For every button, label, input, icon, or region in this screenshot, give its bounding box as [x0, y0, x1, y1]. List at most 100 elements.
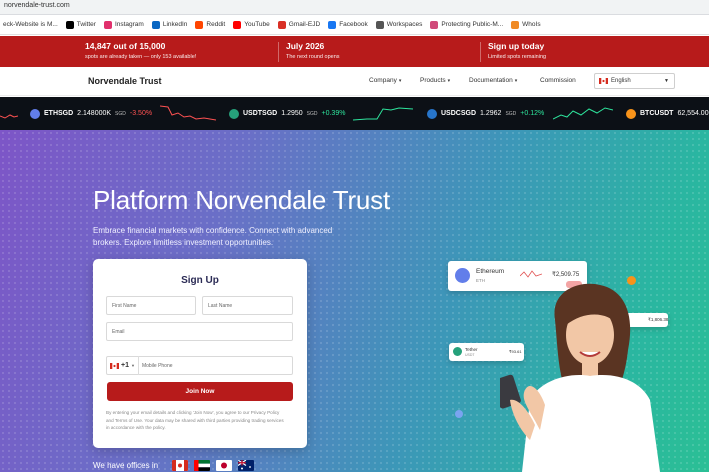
gmail-icon [277, 20, 286, 29]
signup-form: Sign Up First Name Last Name Email +1 ▼ … [93, 259, 307, 448]
canada-flag-icon [172, 460, 189, 471]
first-name-field[interactable]: First Name [106, 296, 196, 315]
uae-flag-icon [194, 460, 211, 471]
brand-logo[interactable]: Norvendale Trust [88, 76, 162, 86]
ticker-item[interactable]: USDCSGD 1.2962 SGD +0.12% [427, 97, 544, 130]
card-coin-name: Ethereum [476, 268, 505, 275]
hero-title: Platform Norvendale Trust [93, 185, 391, 215]
main-nav: Norvendale Trust Company ▾ Products ▾ Docu… [0, 67, 709, 96]
email-placeholder: Email [112, 328, 125, 335]
bookmarks-bar: eck-Website is M... Twitter Instagram Linke… [0, 15, 709, 35]
ticker-item[interactable]: ETHSGD 2.148000K SGD -3.50% [30, 97, 152, 130]
ticker-price: 62,554.00 [677, 110, 709, 117]
bookmark-icon [430, 20, 439, 29]
bookmark-item[interactable]: Protecting Public-M... [430, 20, 504, 29]
japan-flag-icon [216, 460, 233, 471]
ticker-price: 2.148000K [77, 110, 112, 117]
nav-documentation-label: Documentation [469, 77, 513, 84]
sparkline [553, 107, 613, 120]
bookmark-item[interactable]: LinkedIn [151, 20, 188, 29]
ticker-item[interactable]: USDTSGD 1.2950 SGD +0.39% [229, 97, 345, 130]
promo-spots-sub: spots are already taken — only 153 avail… [85, 54, 197, 60]
offices-label: We have offices in [93, 461, 159, 470]
last-name-placeholder: Last Name [208, 302, 233, 309]
bookmark-item[interactable]: Gmail-EJD [277, 20, 320, 29]
chevron-down-icon: ▾ [447, 78, 451, 84]
nav-company[interactable]: Company ▾ [369, 77, 401, 84]
bookmark-label: Twitter [76, 21, 96, 28]
canada-flag-icon [599, 78, 608, 84]
last-name-field[interactable]: Last Name [202, 296, 293, 315]
bookmark-item[interactable]: Reddit [195, 20, 225, 29]
promo-signup: Sign up today Limited spots remaining [488, 41, 546, 60]
sparkline [353, 107, 413, 121]
ticker-unit: SGD [306, 110, 318, 117]
sparkline [520, 270, 542, 278]
sparkline [160, 105, 216, 121]
usdc-icon [427, 108, 437, 119]
signup-title: Sign Up [181, 275, 219, 286]
offices-row: We have offices in [93, 460, 255, 471]
bookmark-item[interactable]: Workspaces [375, 20, 423, 29]
promo-spots: 14,847 out of 15,000 spots are already t… [85, 41, 196, 60]
phone-placeholder: Mobile Phone [141, 362, 173, 369]
ticker-change: +0.39% [321, 110, 346, 117]
browser-url-bar[interactable]: norvendale-trust.com [0, 0, 709, 15]
canada-flag-icon [110, 362, 119, 369]
promo-bar: 14,847 out of 15,000 spots are already t… [0, 36, 709, 67]
bookmark-label: Facebook [339, 21, 368, 28]
bookmark-item[interactable]: Twitter [65, 20, 96, 29]
promo-round-sub: The next round opens [286, 54, 340, 60]
ethereum-icon [455, 268, 470, 283]
phone-divider [137, 356, 139, 375]
card-price: ₹2,509.75 [552, 272, 580, 278]
instagram-icon [103, 20, 112, 29]
ticker-symbol: ETHSGD [44, 110, 74, 117]
bookmark-item[interactable]: Facebook [328, 20, 368, 29]
bookmark-item[interactable]: Instagram [103, 20, 144, 29]
ticker-item[interactable]: BTCUSDT 62,554.00 [626, 97, 709, 130]
language-label: English [611, 78, 631, 84]
language-select[interactable]: English ▼ [594, 73, 675, 89]
bookmark-label: Workspaces [386, 21, 423, 28]
nav-products[interactable]: Products ▾ [420, 77, 450, 84]
australia-flag-icon [238, 460, 255, 471]
coin-icon [455, 410, 463, 418]
phone-field[interactable]: +1 ▼ Mobile Phone [106, 356, 293, 375]
bitcoin-icon [626, 108, 636, 119]
nav-commission[interactable]: Commission [540, 77, 576, 84]
x-icon [65, 20, 74, 29]
hero-lead: Embrace financial markets with confidenc… [93, 226, 333, 247]
bookmark-label: LinkedIn [162, 21, 188, 28]
ticker-unit: SGD [505, 110, 517, 117]
ticker-unit: SGD [115, 110, 126, 117]
workspaces-icon [375, 20, 384, 29]
promo-round: July 2026 The next round opens [286, 41, 340, 60]
promo-divider [278, 42, 279, 62]
promo-divider [480, 42, 481, 62]
bookmark-label: Protecting Public-M... [441, 21, 504, 28]
chevron-down-icon: ▼ [664, 78, 669, 84]
bookmark-item[interactable]: WhoIs [511, 20, 541, 29]
phone-code[interactable]: +1 [121, 362, 129, 369]
nav-documentation[interactable]: Documentation ▾ [469, 77, 517, 84]
legal-text: By entering your email details and click… [106, 410, 284, 430]
chevron-down-icon: ▾ [398, 78, 402, 84]
ticker-price: 1.2962 [480, 110, 502, 117]
bookmark-item[interactable]: YouTube [233, 20, 270, 29]
tether-icon [229, 108, 239, 119]
join-now-button[interactable]: Join Now [107, 382, 293, 401]
ticker-symbol: BTCUSDT [640, 110, 674, 117]
youtube-icon [233, 20, 242, 29]
email-field[interactable]: Email [106, 322, 293, 341]
chevron-down-icon: ▾ [514, 78, 518, 84]
bookmark-item[interactable]: eck-Website is M... [0, 21, 58, 29]
price-ticker: ETHSGD 2.148000K SGD -3.50% USDTSGD 1.29… [0, 97, 709, 130]
url-text[interactable]: norvendale-trust.com [4, 2, 70, 9]
facebook-icon [328, 20, 337, 29]
ticker-price: 1.2950 [281, 110, 303, 117]
promo-signup-title: Sign up today [488, 41, 545, 51]
promo-round-title: July 2026 [286, 41, 325, 51]
promo-spots-title: 14,847 out of 15,000 [85, 41, 166, 51]
bookmark-label: eck-Website is M... [3, 21, 58, 28]
